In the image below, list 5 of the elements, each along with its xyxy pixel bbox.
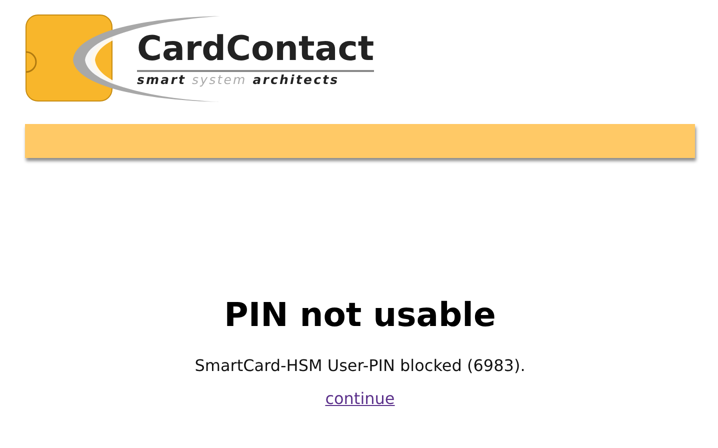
continue-link[interactable]: continue xyxy=(325,389,395,408)
logo-wordmark: CardContact xyxy=(137,31,374,72)
logo-tagline: smart system architects xyxy=(137,72,340,87)
error-heading: PIN not usable xyxy=(224,295,496,334)
error-message: SmartCard-HSM User-PIN blocked (6983). xyxy=(194,356,526,375)
